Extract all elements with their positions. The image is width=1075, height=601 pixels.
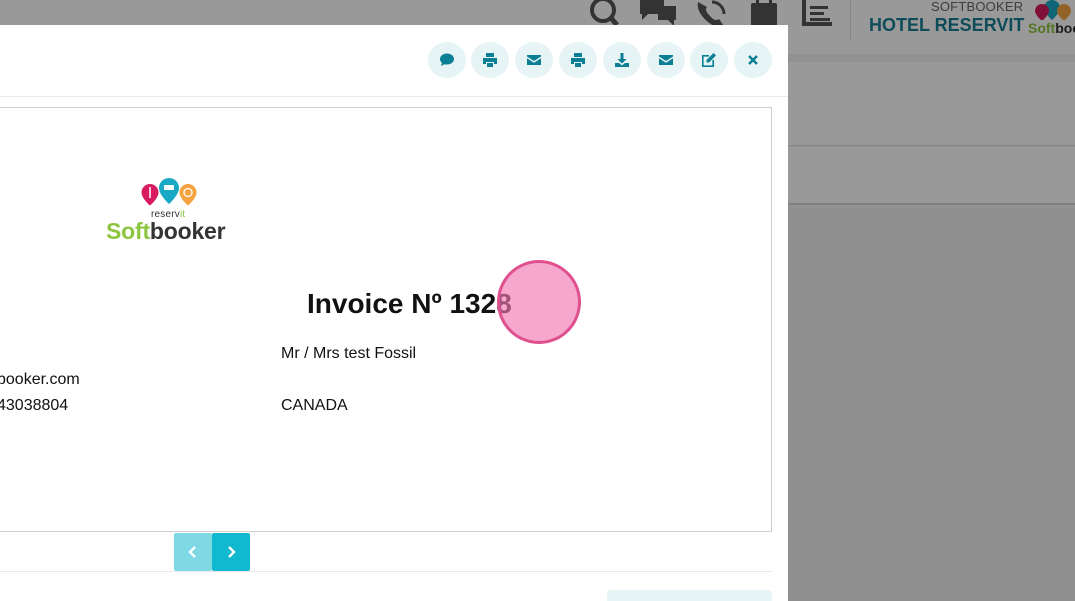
company-logo: reservit Softbooker — [106, 178, 241, 246]
print-icon — [483, 53, 497, 67]
logo-softbooker-text: Softbooker — [106, 218, 226, 244]
chevron-left-icon — [188, 546, 196, 558]
next-page-button[interactable] — [212, 533, 250, 571]
email-icon — [659, 55, 673, 65]
print-icon — [571, 53, 585, 67]
company-phone: 43038804 — [0, 397, 69, 414]
modal-divider — [0, 571, 772, 572]
edit-icon — [702, 53, 716, 67]
download-icon — [615, 53, 629, 67]
invoice-title: Invoice Nº 1328 — [307, 288, 512, 319]
company-email: booker.com — [0, 371, 80, 388]
print-button[interactable] — [471, 42, 509, 78]
recipient-name: Mr / Mrs test Fossil — [281, 345, 417, 362]
print-alt-button[interactable] — [559, 42, 597, 78]
close-icon — [748, 55, 758, 65]
invoice-preview: reservit Softbooker Invoice Nº 1328 Mr /… — [0, 107, 772, 532]
recipient-country: CANADA — [281, 397, 348, 414]
email-button[interactable] — [515, 42, 553, 78]
chevron-right-icon — [228, 546, 236, 558]
comment-icon — [440, 53, 454, 66]
map-pins-icon — [141, 178, 197, 206]
modal-toolbar — [0, 25, 788, 97]
edit-button[interactable] — [690, 42, 728, 78]
email-alt-button[interactable] — [647, 42, 685, 78]
footer-button[interactable] — [607, 590, 772, 601]
invoice-modal: reservit Softbooker Invoice Nº 1328 Mr /… — [0, 25, 788, 601]
download-button[interactable] — [603, 42, 641, 78]
comment-button[interactable] — [428, 42, 466, 78]
previous-page-button[interactable] — [174, 533, 212, 571]
email-icon — [527, 55, 541, 65]
close-button[interactable] — [734, 42, 772, 78]
